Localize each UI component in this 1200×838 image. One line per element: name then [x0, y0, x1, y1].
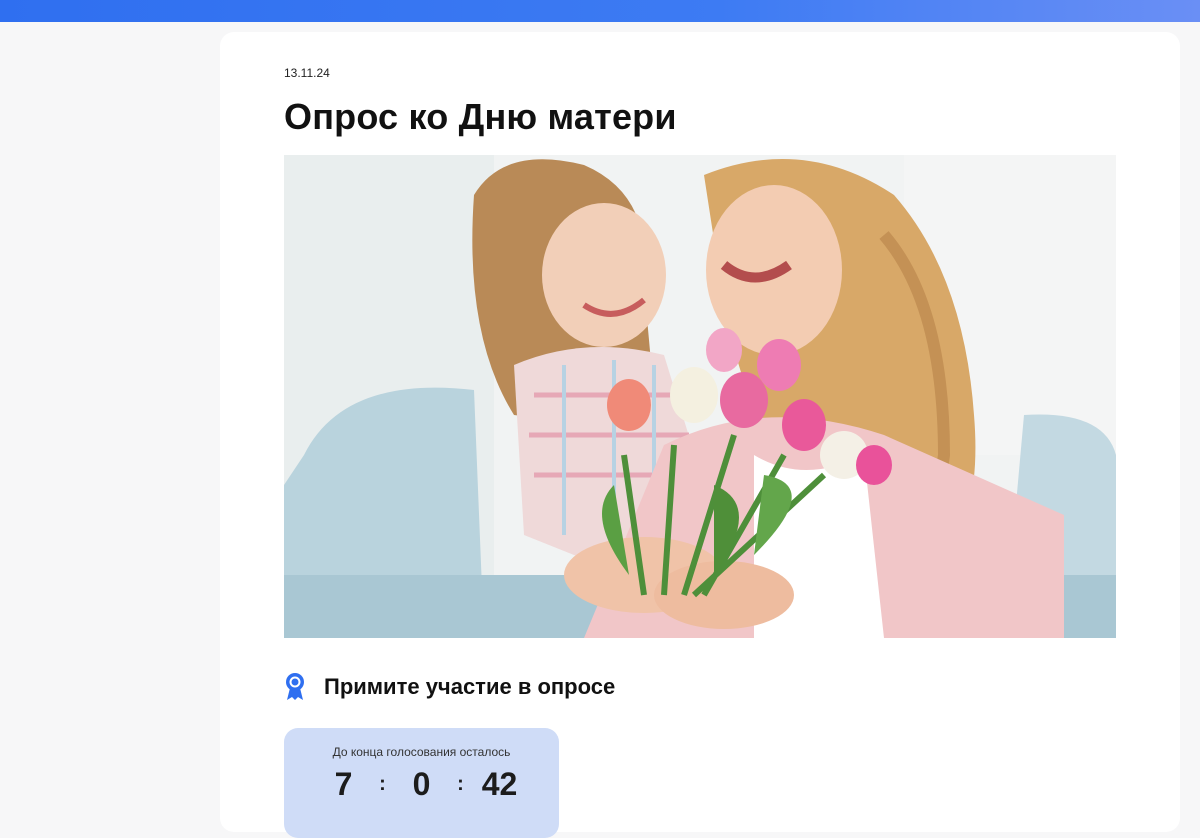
timer-label: До конца голосования осталось [332, 745, 511, 759]
article-date: 13.11.24 [284, 66, 330, 80]
timer-minutes: 42 [481, 766, 518, 802]
voting-countdown-timer: До конца голосования осталось 7 : 0 : 42 [284, 728, 559, 838]
timer-separator: : [457, 773, 464, 795]
timer-separator: : [379, 773, 386, 795]
top-header-bar [0, 0, 1200, 22]
survey-title: Примите участие в опросе [324, 674, 616, 699]
award-ribbon-icon [286, 673, 304, 700]
timer-hours: 0 [412, 766, 431, 802]
timer-days: 7 [334, 766, 353, 802]
timer-values: 7 : 0 : 42 [284, 766, 559, 803]
survey-section-header: Примите участие в опросе [284, 670, 615, 704]
article-photo [284, 155, 1116, 638]
page-title: Опрос ко Дню матери [284, 96, 677, 137]
photo-illustration [284, 155, 1116, 638]
article-card: 13.11.24 Опрос ко Дню матери Примите уча… [220, 32, 1180, 838]
